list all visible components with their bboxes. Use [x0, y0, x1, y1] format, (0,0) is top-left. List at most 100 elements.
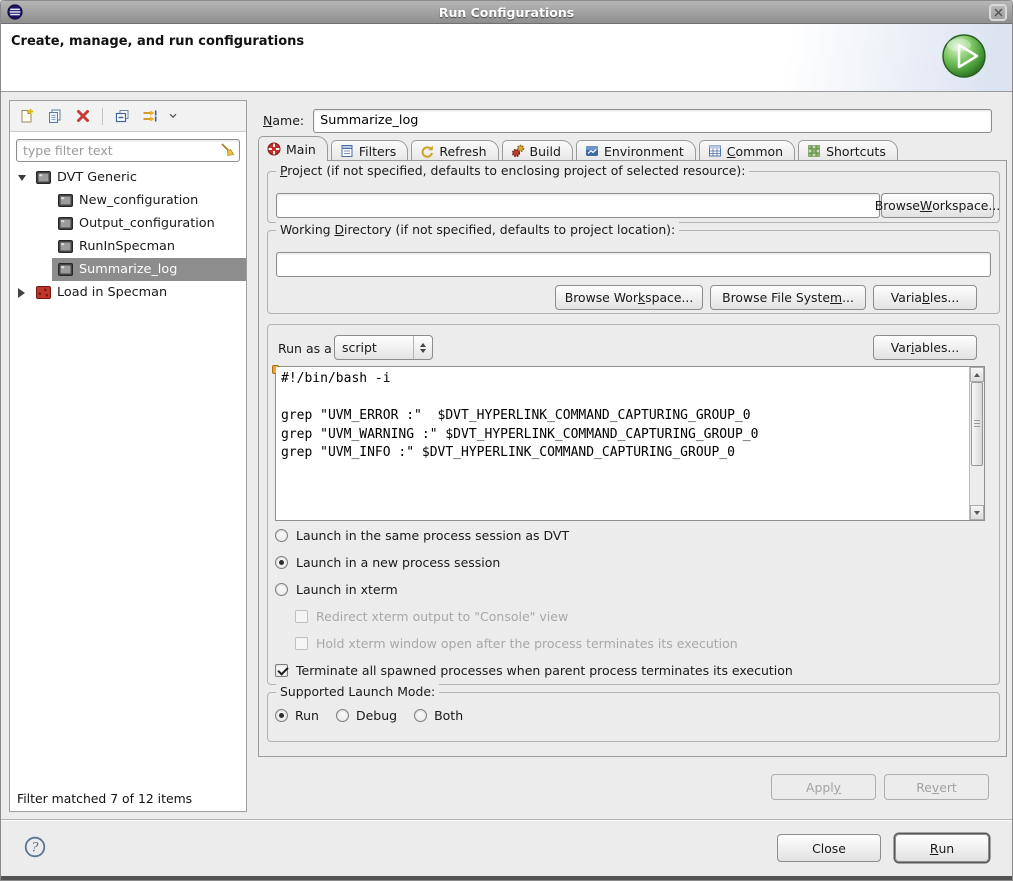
radio-new-session[interactable] [275, 556, 288, 569]
delete-configuration-button[interactable] [71, 104, 95, 128]
collapse-all-button[interactable] [110, 104, 134, 128]
working-directory-group: Working Directory (if not specified, def… [267, 230, 1000, 314]
tab-label: Environment [604, 144, 684, 159]
working-directory-buttons: Browse Workspace... Browse File System..… [555, 285, 977, 310]
tab-main[interactable]: Main [258, 136, 328, 161]
tree-item-dvt-generic[interactable]: DVT Generic [10, 166, 246, 189]
project-input[interactable] [276, 193, 880, 218]
close-window-button[interactable] [989, 4, 1007, 21]
filters-tab-icon [340, 144, 354, 158]
duplicate-configuration-button[interactable] [43, 104, 67, 128]
working-directory-input[interactable] [276, 252, 991, 277]
window-bottom-edge [1, 876, 1012, 880]
common-tab-icon [708, 144, 722, 158]
tab-bar: Main Filters Refresh Build Environment C… [258, 138, 901, 161]
name-input[interactable] [313, 109, 992, 133]
run-as-value: script [335, 340, 413, 355]
script-editor: #!/bin/bash -i grep "UVM_ERROR :" $DVT_H… [275, 366, 985, 521]
option-label: Redirect xterm output to "Console" view [316, 609, 568, 624]
workdir-browse-workspace-button[interactable]: Browse Workspace... [555, 285, 703, 310]
revert-button: Revert [884, 774, 989, 800]
radio-mode-run[interactable] [275, 709, 288, 722]
titlebar[interactable]: Run Configurations [1, 1, 1012, 24]
script-textarea[interactable]: #!/bin/bash -i grep "UVM_ERROR :" $DVT_H… [276, 367, 970, 520]
scrollbar-thumb[interactable] [971, 382, 983, 466]
launch-mode-legend: Supported Launch Mode: [276, 684, 439, 699]
shortcuts-tab-icon [807, 144, 821, 158]
run-as-combo[interactable]: script [334, 335, 433, 360]
tab-label: Filters [359, 144, 396, 159]
tree-item-new-configuration[interactable]: New_configuration [10, 189, 246, 212]
tab-label: Build [530, 144, 561, 159]
duplicate-icon [47, 108, 63, 124]
option-label: Both [434, 708, 463, 723]
tree-item-label: Output_configuration [79, 216, 215, 231]
toolbar-menu-button[interactable] [166, 104, 180, 128]
chevron-down-icon [169, 113, 177, 119]
mode-option-debug: Debug [336, 708, 397, 723]
tree-item-output-configuration[interactable]: Output_configuration [10, 212, 246, 235]
collapse-all-icon [114, 108, 130, 124]
run-button[interactable]: Run [895, 834, 989, 862]
mode-option-run: Run [275, 708, 319, 723]
tab-label: Shortcuts [826, 144, 886, 159]
project-group-legend: Project (if not specified, defaults to e… [276, 163, 749, 178]
launch-option-new-session: Launch in a new process session [275, 549, 992, 575]
option-label: Launch in a new process session [296, 555, 500, 570]
tree-item-runinspecman[interactable]: RunInSpecman [10, 235, 246, 258]
filter-configurations-button[interactable] [138, 104, 162, 128]
launch-option-same-session: Launch in the same process session as DV… [275, 522, 992, 548]
expander-expanded-icon[interactable] [18, 175, 30, 181]
main-tab-content: Project (if not specified, defaults to e… [258, 160, 1007, 757]
workdir-variables-button[interactable]: Variables... [873, 285, 977, 310]
tree-item-summarize-log[interactable]: Summarize_log [10, 258, 246, 281]
checkbox-terminate-spawned[interactable] [275, 664, 288, 677]
script-variables-button[interactable]: Variables... [873, 335, 977, 360]
project-browse-workspace-button[interactable]: Browse Workspace... [881, 193, 994, 218]
checkbox-hold-xterm [295, 637, 308, 650]
radio-xterm[interactable] [275, 583, 288, 596]
option-label: Terminate all spawned processes when par… [296, 663, 793, 678]
config-type-icon [36, 171, 51, 184]
tree-item-label: RunInSpecman [79, 239, 175, 254]
option-label: Run [295, 708, 319, 723]
build-tab-icon [511, 144, 525, 158]
tab-shortcuts[interactable]: Shortcuts [798, 140, 898, 161]
radio-mode-both[interactable] [414, 709, 427, 722]
tab-common[interactable]: Common [699, 140, 795, 161]
scrollbar-up-icon[interactable] [970, 367, 984, 382]
radio-mode-debug[interactable] [336, 709, 349, 722]
tab-filters[interactable]: Filters [331, 140, 408, 161]
specman-type-icon [36, 286, 51, 299]
new-configuration-button[interactable] [15, 104, 39, 128]
tab-build[interactable]: Build [502, 140, 573, 161]
apply-button: Apply [771, 774, 876, 800]
window-title: Run Configurations [1, 1, 1012, 24]
close-button[interactable]: Close [777, 834, 881, 862]
configuration-tree: DVT Generic New_configuration Output_con… [10, 166, 246, 304]
delete-icon [75, 108, 91, 124]
filter-row [16, 139, 240, 162]
checkbox-redirect-console [295, 610, 308, 623]
help-button[interactable]: ? [24, 836, 46, 858]
dialog-header: Create, manage, and run configurations [1, 24, 1012, 92]
environment-tab-icon [585, 144, 599, 158]
scrollbar-down-icon[interactable] [970, 505, 984, 520]
script-scrollbar[interactable] [969, 367, 984, 520]
tab-environment[interactable]: Environment [576, 140, 696, 161]
expander-collapsed-icon[interactable] [18, 288, 30, 298]
filter-input[interactable] [16, 139, 240, 162]
run-as-label: Run as a [278, 341, 332, 356]
xterm-option-hold-open: Hold xterm window open after the process… [275, 630, 992, 656]
radio-same-session[interactable] [275, 529, 288, 542]
tab-refresh[interactable]: Refresh [411, 140, 498, 161]
dialog-footer: ? Close Run [1, 819, 1012, 878]
workdir-browse-filesystem-button[interactable]: Browse File System... [710, 285, 866, 310]
tree-item-load-in-specman[interactable]: Load in Specman [10, 281, 246, 304]
working-directory-legend: Working Directory (if not specified, def… [276, 222, 679, 237]
clear-filter-icon[interactable] [220, 142, 236, 158]
launch-option-xterm: Launch in xterm [275, 576, 992, 602]
launch-mode-options: Run Debug Both [275, 708, 472, 723]
tree-item-label: DVT Generic [57, 170, 137, 185]
option-label: Hold xterm window open after the process… [316, 636, 738, 651]
